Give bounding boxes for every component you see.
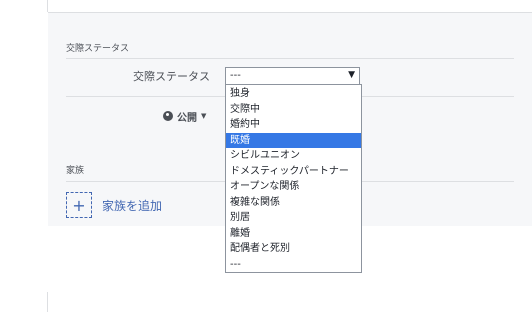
- chevron-down-icon: ▼: [348, 70, 355, 80]
- relationship-select-value: ---: [230, 70, 241, 81]
- relationship-option[interactable]: 離婚: [226, 226, 361, 242]
- section-title-relationship: 交際ステータス: [66, 44, 130, 54]
- plus-icon: +: [66, 192, 92, 218]
- relationship-option[interactable]: ドメスティックパートナー: [226, 164, 361, 180]
- globe-icon: [163, 111, 173, 121]
- add-family-label: 家族を追加: [102, 198, 163, 213]
- privacy-selector[interactable]: 公開 ▼: [163, 109, 207, 124]
- relationship-option[interactable]: 別居: [226, 210, 361, 226]
- relationship-option[interactable]: 配偶者と死別: [226, 241, 361, 257]
- relationship-option[interactable]: 交際中: [226, 102, 361, 118]
- relationship-option[interactable]: 既婚: [226, 132, 361, 148]
- relationship-option[interactable]: ---: [226, 257, 361, 273]
- relationship-option[interactable]: 独身: [226, 86, 361, 102]
- add-family-button[interactable]: + 家族を追加: [66, 192, 162, 218]
- section-title-family: 家族: [66, 166, 85, 176]
- caret-down-icon: ▼: [201, 112, 207, 120]
- left-rail: [47, 0, 48, 12]
- relationship-option[interactable]: シビルユニオン: [226, 148, 361, 164]
- privacy-label: 公開: [177, 112, 197, 124]
- relationship-options-list[interactable]: 独身 交際中 婚約中 既婚 シビルユニオン ドメスティックパートナー オープンな関係 複雑な関…: [225, 84, 362, 273]
- relationship-option[interactable]: 複雑な関係: [226, 195, 361, 211]
- relationship-select[interactable]: --- ▼: [225, 67, 360, 85]
- relationship-option[interactable]: 婚約中: [226, 117, 361, 133]
- relationship-option[interactable]: オープンな関係: [226, 179, 361, 195]
- relationship-field-label: 交際ステータス: [133, 70, 210, 83]
- divider: [66, 58, 514, 59]
